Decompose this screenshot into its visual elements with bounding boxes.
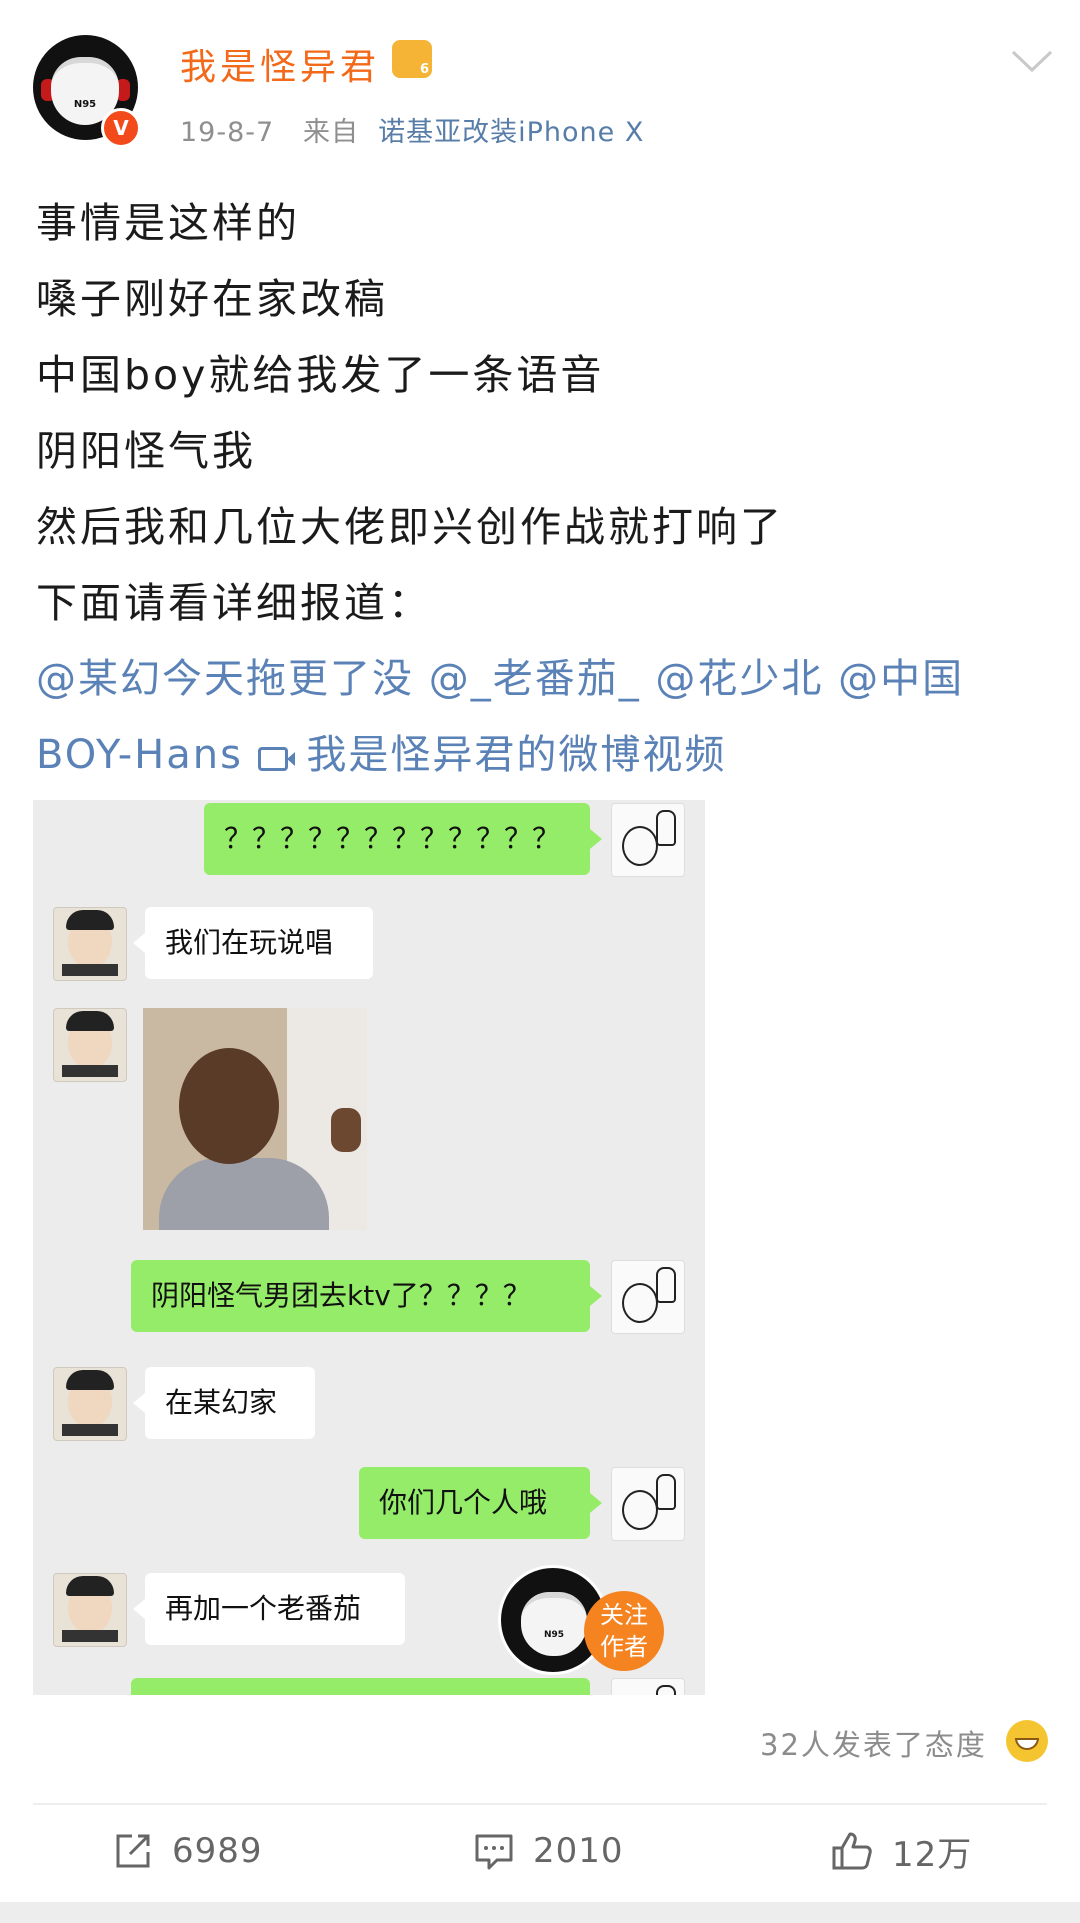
friend-avatar <box>53 1573 127 1647</box>
repost-count: 6989 <box>172 1831 263 1871</box>
chat-screenshot-image[interactable]: ？？？？？？？？？？？？ 我们在玩说唱 阴阳怪气男团去ktv了？？？？ 在某幻家… <box>33 800 705 1695</box>
repost-icon <box>116 1834 150 1868</box>
grin-emoji-icon[interactable] <box>1006 1720 1048 1762</box>
cartoon-avatar <box>611 1678 685 1695</box>
chat-bubble-left: 在某幻家 <box>133 1367 315 1439</box>
divider <box>33 1803 1047 1805</box>
chat-bubble-right-partial <box>131 1678 590 1695</box>
post-line: 阴阳怪气我 <box>36 427 256 475</box>
mention-link[interactable]: BOY-Hans <box>36 732 258 778</box>
follow-author-button[interactable]: 关注 作者 <box>584 1591 664 1671</box>
post-line: 然后我和几位大佬即兴创作战就打响了 <box>36 503 784 551</box>
cartoon-avatar <box>611 803 685 877</box>
reaction-summary[interactable]: 32人发表了态度 <box>760 1722 987 1764</box>
follow-label: 关注 <box>600 1601 648 1629</box>
follow-label: 作者 <box>600 1633 648 1661</box>
chat-bubble-right: 你们几个人哦 <box>359 1467 602 1539</box>
like-button[interactable]: 12万 <box>830 1826 972 1876</box>
verified-badge-icon: V <box>101 108 141 148</box>
comment-button[interactable]: 2010 <box>473 1826 624 1876</box>
like-count: 12万 <box>892 1834 973 1875</box>
mask-label: N95 <box>73 99 97 110</box>
chevron-down-icon[interactable] <box>1010 48 1054 74</box>
bottom-strip <box>0 1902 1080 1923</box>
comment-icon <box>475 1834 513 1870</box>
friend-avatar <box>53 907 127 981</box>
post-line: 下面请看详细报道： <box>36 579 432 627</box>
post-source[interactable]: 诺基亚改装iPhone X <box>378 117 644 148</box>
post-line: 嗓子刚好在家改稿 <box>36 275 388 323</box>
from-label: 来自 <box>302 117 359 148</box>
video-link[interactable]: 我是怪异君的微博视频 <box>306 732 726 778</box>
username[interactable]: 我是怪异君 <box>180 38 380 90</box>
level-number: 6 <box>419 62 429 77</box>
friend-avatar <box>53 1367 127 1441</box>
chat-bubble-left: 我们在玩说唱 <box>133 907 373 979</box>
mention-video-line[interactable]: BOY-Hans 我是怪异君的微博视频 <box>36 717 1046 793</box>
post-date: 19-8-7 <box>180 117 275 148</box>
chat-bubble-left: 再加一个老番茄 <box>133 1573 405 1645</box>
cartoon-avatar <box>611 1260 685 1334</box>
mention-links[interactable]: @某幻今天拖更了没 @_老番茄_ @花少北 @中国 <box>36 641 1046 717</box>
chat-bubble-right: ？？？？？？？？？？？？ <box>204 803 602 875</box>
video-icon <box>257 747 295 771</box>
post-line: 中国boy就给我发了一条语音 <box>36 351 605 399</box>
chat-bubble-right: 阴阳怪气男团去ktv了？？？？ <box>131 1260 602 1332</box>
mask-label: N95 <box>543 1630 565 1640</box>
mask-image: N95 <box>521 1592 587 1656</box>
post-body: 事情是这样的 嗓子刚好在家改稿 中国boy就给我发了一条语音 阴阳怪气我 然后我… <box>36 185 1046 793</box>
crown-level-icon[interactable]: 6 <box>392 40 432 78</box>
repost-button[interactable]: 6989 <box>112 1826 263 1876</box>
comment-count: 2010 <box>533 1831 624 1871</box>
thumbs-up-icon <box>832 1832 872 1870</box>
post-line: 事情是这样的 <box>36 199 300 247</box>
meme-image <box>143 1008 367 1230</box>
post-meta: 19-8-7 来自 诺基亚改装iPhone X <box>180 110 644 149</box>
friend-avatar <box>53 1008 127 1082</box>
cartoon-avatar <box>611 1467 685 1541</box>
follow-author-widget[interactable]: N95 关注 作者 <box>498 1565 668 1675</box>
